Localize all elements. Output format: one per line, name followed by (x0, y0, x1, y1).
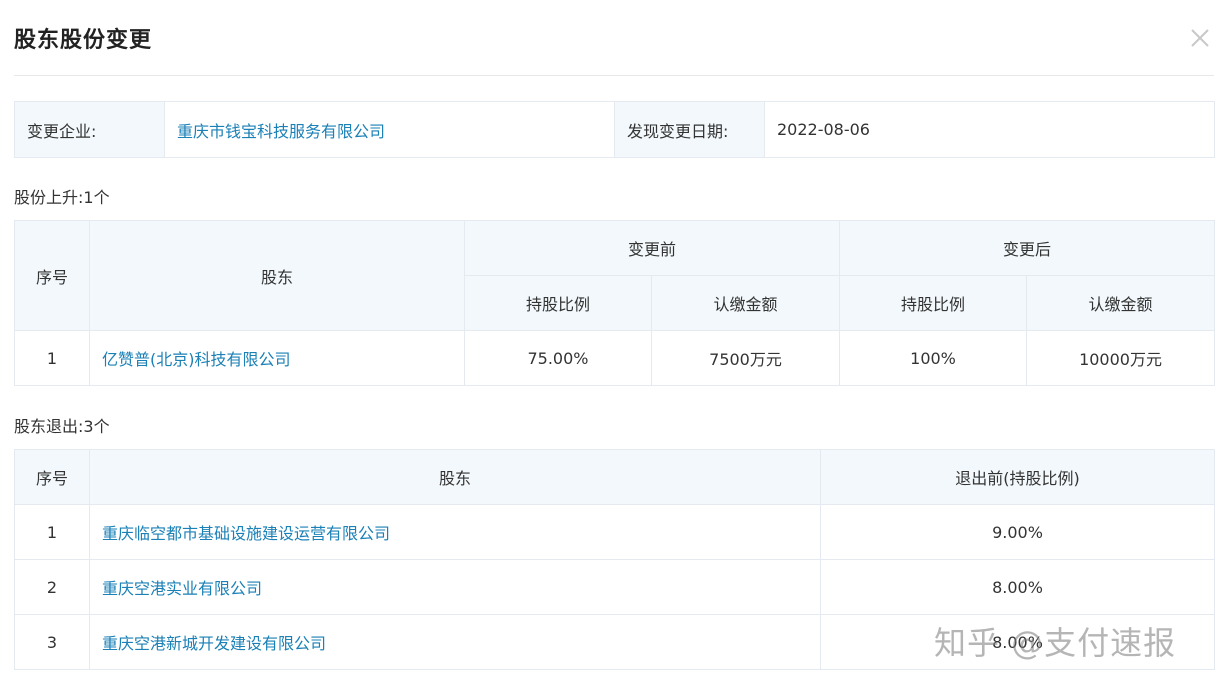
shareholder-link[interactable]: 重庆空港新城开发建设有限公司 (89, 614, 821, 670)
exit-header-shareholder: 股东 (89, 449, 821, 505)
table-row: 3 重庆空港新城开发建设有限公司 8.00% (14, 614, 1215, 670)
exit-section-label: 股东退出:3个 (14, 417, 110, 436)
table-row: 2 重庆空港实业有限公司 8.00% (14, 559, 1215, 615)
exit-ratio: 8.00% (820, 559, 1215, 615)
shareholder-link[interactable]: 重庆空港实业有限公司 (89, 559, 821, 615)
table-row: 1 亿赞普(北京)科技有限公司 75.00% 7500万元 100% 10000… (14, 330, 1216, 386)
before-ratio: 75.00% (464, 330, 652, 386)
rise-header-after-ratio: 持股比例 (839, 275, 1028, 331)
after-ratio: 100% (839, 330, 1028, 386)
row-index: 2 (14, 559, 90, 615)
shareholder-exit-table: 序号 股东 退出前(持股比例) 1 重庆临空都市基础设施建设运营有限公司 9.0… (14, 449, 1215, 670)
company-label: 变更企业: (14, 101, 165, 158)
rise-section-label: 股份上升:1个 (14, 188, 110, 207)
rise-header-before: 变更前 (463, 220, 841, 276)
company-name-link[interactable]: 重庆市钱宝科技服务有限公司 (164, 101, 615, 158)
rise-header-after-amount: 认缴金额 (1026, 275, 1216, 331)
exit-header-ratio: 退出前(持股比例) (820, 449, 1215, 505)
close-icon[interactable] (1186, 24, 1214, 52)
table-row: 1 重庆临空都市基础设施建设运营有限公司 9.00% (14, 504, 1215, 560)
exit-ratio: 9.00% (820, 504, 1215, 560)
after-amount: 10000万元 (1026, 330, 1216, 386)
row-index: 1 (14, 330, 90, 386)
rise-header-before-ratio: 持股比例 (464, 275, 652, 331)
rise-header-after: 变更后 (839, 220, 1216, 276)
title-divider (14, 75, 1214, 76)
change-info-table: 变更企业: 重庆市钱宝科技服务有限公司 发现变更日期: 2022-08-06 (14, 101, 1215, 158)
before-amount: 7500万元 (650, 330, 841, 386)
row-index: 1 (14, 504, 90, 560)
row-index: 3 (14, 614, 90, 670)
share-rise-table: 序号 股东 变更前 变更后 持股比例 认缴金额 持股比例 认缴金额 1 亿赞普(… (14, 220, 1216, 386)
date-value: 2022-08-06 (764, 101, 1215, 158)
shareholder-link[interactable]: 重庆临空都市基础设施建设运营有限公司 (89, 504, 821, 560)
dialog-title: 股东股份变更 (14, 28, 153, 53)
exit-header-index: 序号 (14, 449, 90, 505)
exit-ratio: 8.00% (820, 614, 1215, 670)
shareholder-link[interactable]: 亿赞普(北京)科技有限公司 (89, 330, 465, 386)
date-label: 发现变更日期: (614, 101, 765, 158)
rise-header-shareholder: 股东 (89, 220, 465, 331)
rise-header-index: 序号 (14, 220, 90, 331)
rise-header-before-amount: 认缴金额 (650, 275, 841, 331)
